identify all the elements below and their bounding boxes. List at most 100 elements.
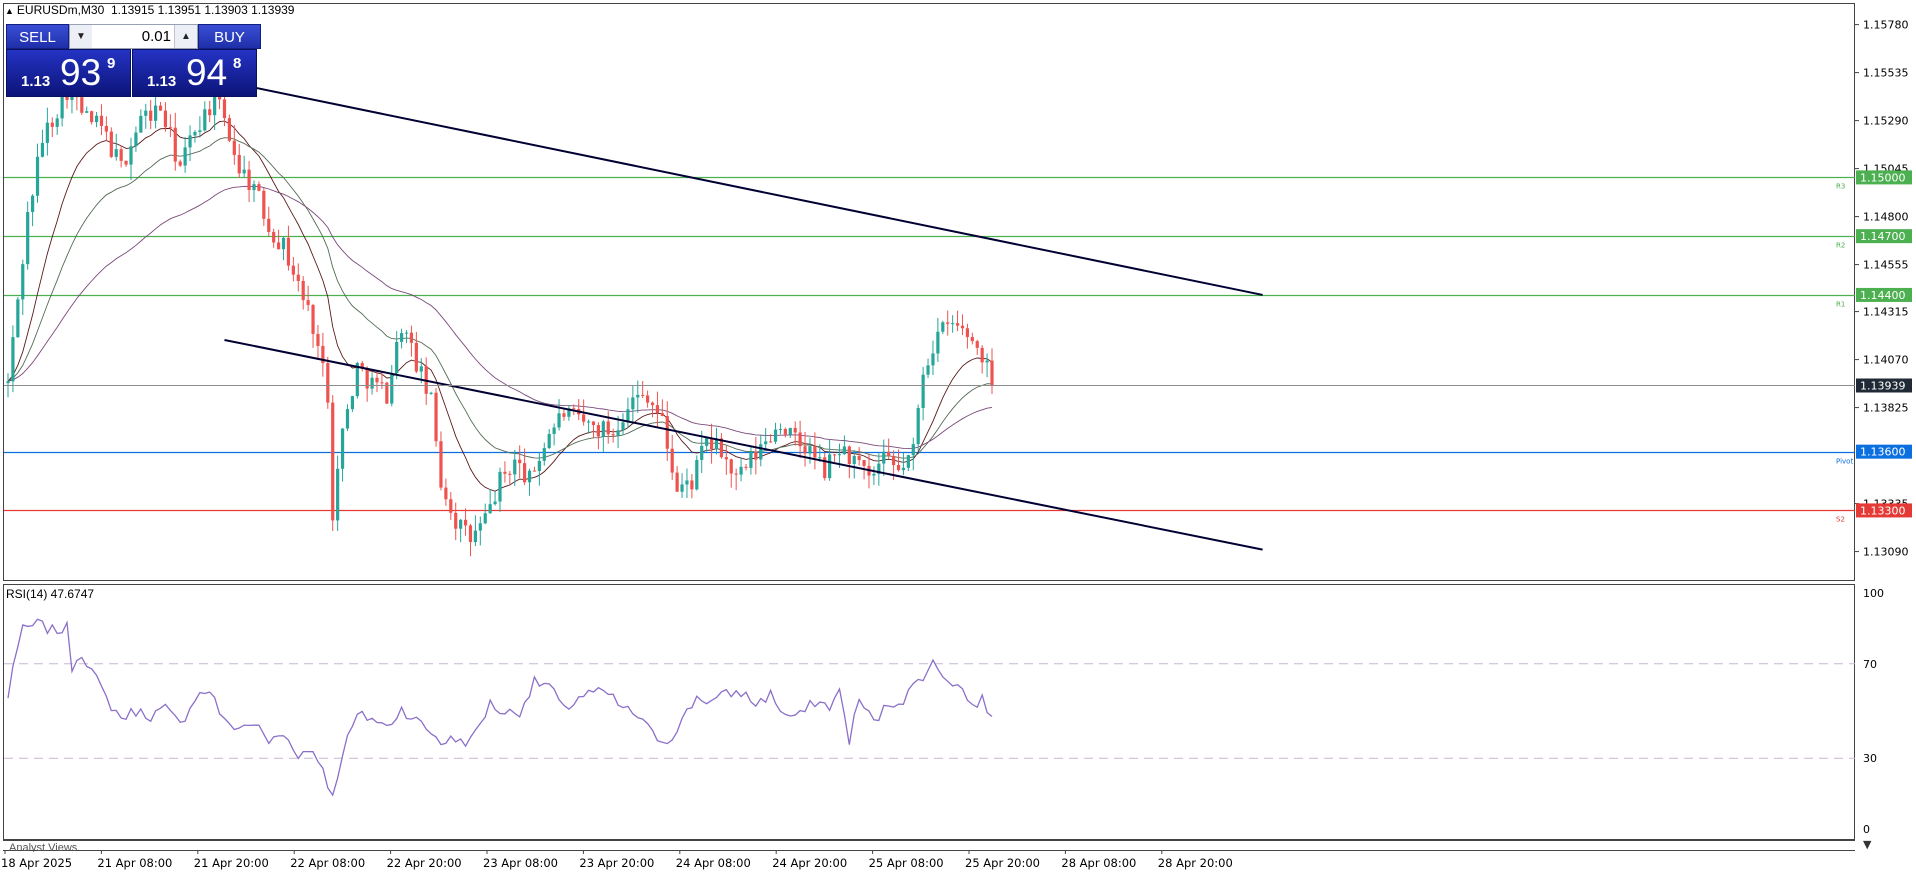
candle-body <box>773 429 778 442</box>
time-tick-label: 21 Apr 08:00 <box>97 856 172 870</box>
candle-body <box>552 427 556 434</box>
candle-body <box>291 265 295 275</box>
analyst-views-label: Analyst Views <box>9 842 78 852</box>
rsi-label: RSI(14) 47.6747 <box>6 587 95 601</box>
candle-body <box>759 444 763 460</box>
candle-body <box>724 457 728 460</box>
candle-body <box>537 460 541 472</box>
candle-body <box>665 416 669 449</box>
candle-body <box>498 471 502 502</box>
time-tick-label: 25 Apr 08:00 <box>869 856 944 870</box>
candle-body <box>311 304 315 334</box>
candle-body <box>149 110 153 121</box>
candle-body <box>847 446 851 464</box>
ask-quote-button[interactable]: 1.13 94 8 <box>132 49 257 97</box>
candle-body <box>80 97 84 113</box>
lot-decrease-icon[interactable]: ▼ <box>70 25 93 48</box>
candle-body <box>690 480 694 490</box>
candle-body <box>45 122 49 143</box>
candle-body <box>582 414 586 422</box>
candle-body <box>921 374 925 409</box>
bid-quote-button[interactable]: 1.13 93 9 <box>6 49 131 97</box>
candle <box>695 455 699 491</box>
lot-increase-icon[interactable]: ▲ <box>174 25 197 48</box>
candle-body <box>85 111 89 113</box>
candle-body <box>557 413 561 428</box>
candle-body <box>572 408 576 410</box>
candle-body <box>267 218 271 232</box>
candle-body <box>990 360 994 386</box>
price-tick-label: 1.13090 <box>1863 546 1909 559</box>
ohlc-values: 1.13915 1.13951 1.13903 1.13939 <box>110 3 295 17</box>
candle-body <box>163 110 168 128</box>
buy-button[interactable]: BUY <box>198 24 261 49</box>
candle-body <box>129 146 133 165</box>
candle-body <box>99 115 104 126</box>
candle-body <box>749 451 753 468</box>
candle-body <box>409 332 414 343</box>
candle-body <box>139 115 143 133</box>
lot-size-input[interactable] <box>92 25 175 48</box>
scroll-arrow-icon[interactable]: ▼ <box>1863 838 1872 851</box>
candle-body <box>901 467 906 471</box>
candle-body <box>970 336 974 342</box>
candle-body <box>21 264 25 300</box>
time-tick-label: 22 Apr 20:00 <box>387 856 462 870</box>
candle-body <box>729 459 733 474</box>
price-tick-label: 1.15535 <box>1863 67 1909 80</box>
candle <box>331 395 335 532</box>
ask-price-fraction: 8 <box>233 55 242 72</box>
candle-body <box>158 105 163 111</box>
candle-body <box>242 169 246 174</box>
candle-body <box>778 429 783 431</box>
candle-body <box>454 512 458 529</box>
candle-body <box>513 459 517 475</box>
price-tick-label: 1.14070 <box>1863 354 1909 367</box>
candle-body <box>370 377 374 389</box>
candle-body <box>198 130 202 132</box>
candle-body <box>419 366 423 372</box>
candle-body <box>483 513 487 524</box>
collapse-triangle-icon[interactable]: ▲ <box>5 6 14 16</box>
candle-body <box>168 127 172 129</box>
time-tick-label: 28 Apr 20:00 <box>1158 856 1233 870</box>
sell-button[interactable]: SELL <box>6 24 69 49</box>
candle-body <box>842 446 846 455</box>
candle-body <box>124 160 128 165</box>
candle-body <box>277 242 281 250</box>
candle-body <box>975 341 979 348</box>
candle-body <box>941 322 945 332</box>
candle-body <box>685 480 689 485</box>
candle-body <box>960 325 965 329</box>
candle-body <box>262 190 266 219</box>
candle-body <box>203 109 207 131</box>
candle-body <box>764 441 768 445</box>
candle-body <box>586 421 591 423</box>
candle-body <box>345 409 350 429</box>
candle-body <box>493 501 497 505</box>
candle-body <box>154 105 158 121</box>
time-tick-label: 24 Apr 08:00 <box>676 856 751 870</box>
candle-body <box>468 525 473 543</box>
time-tick-label: 25 Apr 20:00 <box>965 856 1040 870</box>
candle-body <box>439 441 443 488</box>
candle-body <box>646 395 650 403</box>
candle-body <box>247 169 251 191</box>
candle-body <box>227 118 231 141</box>
time-tick-label: 21 Apr 20:00 <box>194 856 269 870</box>
candle-body <box>882 451 886 464</box>
candle-body <box>193 131 197 136</box>
candle-body <box>744 466 748 468</box>
candle-body <box>532 470 537 472</box>
candle-body <box>503 471 507 474</box>
candle-body <box>709 438 714 450</box>
candle <box>326 356 330 409</box>
candle-body <box>931 353 935 366</box>
chart-canvas[interactable]: R3 R2 R1 Pivot S2 1.15780 1.15535 1.15290 1.150… <box>0 0 1916 874</box>
candle-body <box>547 433 551 449</box>
candle <box>16 297 20 338</box>
candle-body <box>813 446 817 458</box>
candle-body <box>542 448 546 461</box>
rsi-tick-label: 30 <box>1863 752 1877 765</box>
candle <box>227 114 231 143</box>
